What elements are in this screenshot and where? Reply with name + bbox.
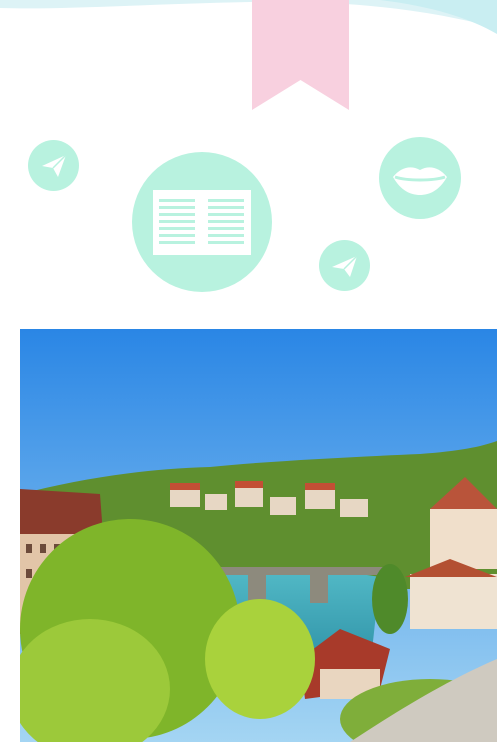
bookmark-icon bbox=[252, 0, 349, 110]
paper-plane-icon bbox=[28, 140, 79, 191]
city-riverside-photo bbox=[20, 329, 497, 742]
open-book-icon bbox=[132, 152, 272, 292]
top-wave-decoration bbox=[0, 0, 497, 34]
lips-icon bbox=[379, 137, 461, 219]
paper-plane-icon bbox=[319, 240, 370, 291]
